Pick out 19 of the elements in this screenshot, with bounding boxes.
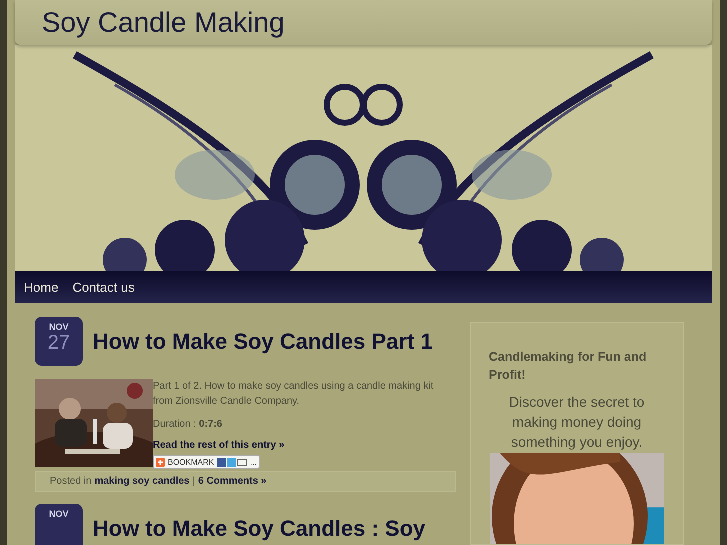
post-excerpt: Part 1 of 2. How to make soy candles using a candle making kit from Zionsville Candle Company. [153,380,435,409]
meta-separator: | [192,476,196,487]
read-more-link[interactable]: Read the rest of this entry » [153,440,285,451]
share-icons [217,458,248,466]
bookmark-button[interactable]: BOOKMARK ... [153,455,260,469]
date-month: NOV [49,509,69,519]
plus-icon [156,458,165,466]
sidebar-heading: Candlemaking for Fun and Profit! [489,349,648,384]
post-title[interactable]: How to Make Soy Candles Part 1 [93,328,433,354]
nav-link[interactable]: Home [24,280,59,294]
nav-link[interactable]: Contact us [72,280,135,294]
comments-link[interactable]: 6 Comments » [198,476,267,487]
post-duration: Duration : 0:7:6 [153,418,222,432]
category-link[interactable]: making soy candles [94,476,190,487]
date-month: NOV [49,322,69,332]
sidebar-text: Discover the secret to making money doing something you enjoy. [508,393,646,452]
posted-in-label: Posted in [50,476,92,487]
date-day: 27 [48,332,70,354]
post-title[interactable]: How to Make Soy Candles : Soy [93,516,426,542]
